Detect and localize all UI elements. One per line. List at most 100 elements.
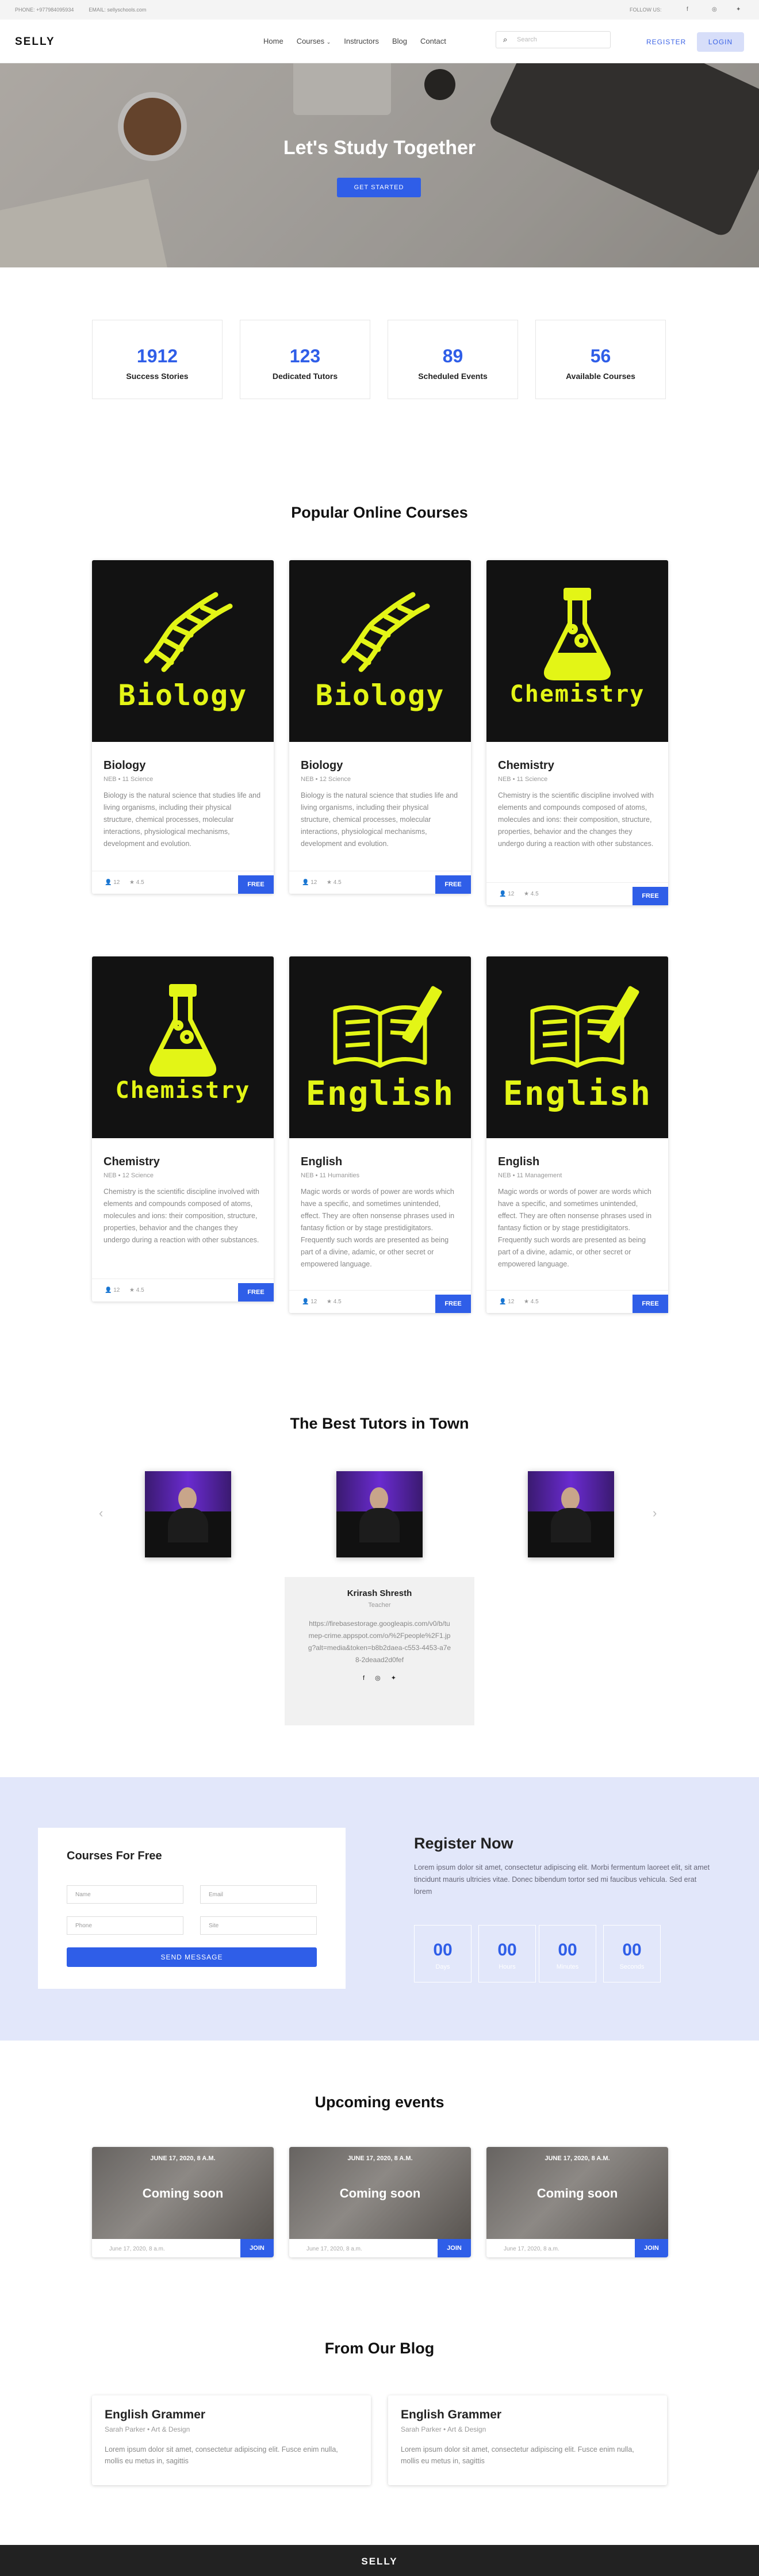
- twitter-icon[interactable]: ✦: [736, 6, 741, 13]
- facebook-icon[interactable]: f: [363, 1675, 375, 1682]
- course-description: Biology is the natural science that stud…: [301, 791, 458, 848]
- search-input[interactable]: ⌕ Search: [496, 31, 611, 48]
- blog-card[interactable]: English Grammer Sarah Parker • Art & Des…: [388, 2395, 667, 2485]
- site-field[interactable]: Site: [200, 1916, 317, 1935]
- search-icon: ⌕: [503, 35, 508, 44]
- nav-contact[interactable]: Contact: [420, 37, 446, 45]
- nav-instructors[interactable]: Instructors: [344, 37, 379, 45]
- footer-logo[interactable]: SELLY: [0, 2556, 759, 2567]
- stat-value: 89: [442, 346, 463, 366]
- twitter-icon[interactable]: ✦: [391, 1675, 407, 1682]
- nav-home[interactable]: Home: [263, 37, 283, 45]
- countdown-unit: Days: [435, 1963, 450, 1970]
- footer: SELLY: [0, 2545, 759, 2576]
- course-description: Chemistry is the scientific discipline i…: [103, 1188, 259, 1244]
- countdown-value: 00: [497, 1940, 517, 1959]
- register-section: Courses For Free Name Email Phone Site S…: [0, 1777, 759, 2041]
- course-meta: NEB • 11 Science: [103, 776, 154, 783]
- stat-label: Available Courses: [566, 372, 635, 381]
- free-courses-form: Courses For Free Name Email Phone Site S…: [38, 1828, 346, 1989]
- tutor-name: Krirash Shresth: [347, 1589, 412, 1598]
- join-button[interactable]: JOIN: [635, 2239, 668, 2257]
- course-meta: NEB • 11 Humanities: [301, 1172, 360, 1179]
- free-badge-button[interactable]: FREE: [238, 1283, 274, 1302]
- course-card[interactable]: Biology Biology NEB • 12 Science Biology…: [289, 560, 471, 894]
- countdown-value: 00: [622, 1940, 642, 1959]
- course-title[interactable]: Biology: [103, 759, 274, 772]
- name-field[interactable]: Name: [67, 1885, 183, 1904]
- course-card[interactable]: English English NEB • 11 Humanities Magi…: [289, 956, 471, 1313]
- hero-banner: Let's Study Together GET STARTED: [0, 63, 759, 267]
- free-badge-button[interactable]: FREE: [238, 875, 274, 894]
- event-image: JUNE 17, 2020, 8 A.M. Coming soon: [289, 2147, 471, 2239]
- tutor-photo[interactable]: [145, 1471, 231, 1557]
- free-badge-button[interactable]: FREE: [435, 1295, 471, 1313]
- course-title[interactable]: English: [498, 1155, 668, 1169]
- course-image[interactable]: Chemistry: [486, 560, 668, 742]
- stat-card: 1912 Success Stories: [92, 320, 223, 399]
- blog-card[interactable]: English Grammer Sarah Parker • Art & Des…: [92, 2395, 371, 2485]
- star-icon: ★: [129, 1287, 135, 1293]
- facebook-icon[interactable]: f: [687, 6, 688, 13]
- send-message-button[interactable]: SEND MESSAGE: [67, 1947, 317, 1967]
- course-image[interactable]: Biology: [289, 560, 471, 742]
- student-count: 12: [508, 1299, 515, 1305]
- event-card[interactable]: JUNE 17, 2020, 8 A.M. Coming soon June 1…: [289, 2147, 471, 2257]
- course-image[interactable]: English: [289, 956, 471, 1138]
- event-date: JUNE 17, 2020, 8 A.M.: [545, 2155, 610, 2162]
- blog-heading: From Our Blog: [324, 2340, 435, 2357]
- chevron-right-icon[interactable]: ›: [653, 1506, 657, 1521]
- email-field[interactable]: Email: [200, 1885, 317, 1904]
- countdown-days: 00 Days: [414, 1925, 471, 1982]
- hero-title: Let's Study Together: [283, 137, 476, 159]
- tutor-photo[interactable]: [336, 1471, 423, 1557]
- event-card[interactable]: JUNE 17, 2020, 8 A.M. Coming soon June 1…: [92, 2147, 274, 2257]
- course-card[interactable]: English English NEB • 11 Management Magi…: [486, 956, 668, 1313]
- course-title[interactable]: Chemistry: [498, 759, 668, 772]
- blog-title[interactable]: English Grammer: [105, 2408, 371, 2422]
- star-icon: ★: [524, 1299, 529, 1305]
- student-count: 12: [310, 879, 317, 886]
- top-bar: PHONE: +977984095934 EMAIL: sellyschools…: [0, 0, 759, 20]
- countdown-minutes: 00 Minutes: [539, 1925, 596, 1982]
- hero-overlay: [0, 63, 759, 267]
- get-started-button[interactable]: GET STARTED: [337, 178, 421, 197]
- event-card[interactable]: JUNE 17, 2020, 8 A.M. Coming soon June 1…: [486, 2147, 668, 2257]
- student-count: 12: [310, 1299, 317, 1305]
- instagram-icon[interactable]: ◎: [375, 1675, 391, 1682]
- course-card[interactable]: Chemistry Chemistry NEB • 11 Science Che…: [486, 560, 668, 905]
- star-icon: ★: [327, 1299, 332, 1305]
- course-image[interactable]: Chemistry: [92, 956, 274, 1138]
- free-badge-button[interactable]: FREE: [632, 887, 668, 905]
- course-title[interactable]: English: [301, 1155, 471, 1169]
- phone-field[interactable]: Phone: [67, 1916, 183, 1935]
- instagram-icon[interactable]: ◎: [712, 6, 717, 13]
- nav-courses[interactable]: Courses ⌄: [297, 37, 331, 45]
- tutor-role: Teacher: [368, 1602, 391, 1609]
- course-image[interactable]: English: [486, 956, 668, 1138]
- course-image[interactable]: Biology: [92, 560, 274, 742]
- free-badge-button[interactable]: FREE: [435, 875, 471, 894]
- main-nav: SELLY Home Courses ⌄ Instructors Blog Co…: [0, 20, 759, 63]
- stat-label: Success Stories: [126, 372, 189, 381]
- join-button[interactable]: JOIN: [438, 2239, 471, 2257]
- course-card[interactable]: Biology Biology NEB • 11 Science Biology…: [92, 560, 274, 894]
- tutor-photo[interactable]: [528, 1471, 614, 1557]
- course-title[interactable]: Biology: [301, 759, 471, 772]
- countdown-seconds: 00 Seconds: [603, 1925, 661, 1982]
- chevron-left-icon[interactable]: ‹: [99, 1506, 103, 1521]
- tutor-description: https://firebasestorage.googleapis.com/v…: [308, 1620, 451, 1664]
- nav-blog[interactable]: Blog: [392, 37, 407, 45]
- star-icon: ★: [524, 891, 529, 897]
- course-card[interactable]: Chemistry Chemistry NEB • 12 Science Che…: [92, 956, 274, 1302]
- stat-value: 123: [289, 346, 321, 366]
- register-link[interactable]: REGISTER: [646, 38, 686, 46]
- register-text: Lorem ipsum dolor sit amet, consectetur …: [414, 1863, 710, 1896]
- blog-title[interactable]: English Grammer: [401, 2408, 667, 2422]
- site-logo[interactable]: SELLY: [15, 36, 55, 48]
- join-button[interactable]: JOIN: [240, 2239, 274, 2257]
- course-description: Biology is the natural science that stud…: [103, 791, 261, 848]
- login-button[interactable]: LOGIN: [697, 32, 744, 52]
- course-title[interactable]: Chemistry: [103, 1155, 274, 1169]
- free-badge-button[interactable]: FREE: [632, 1295, 668, 1313]
